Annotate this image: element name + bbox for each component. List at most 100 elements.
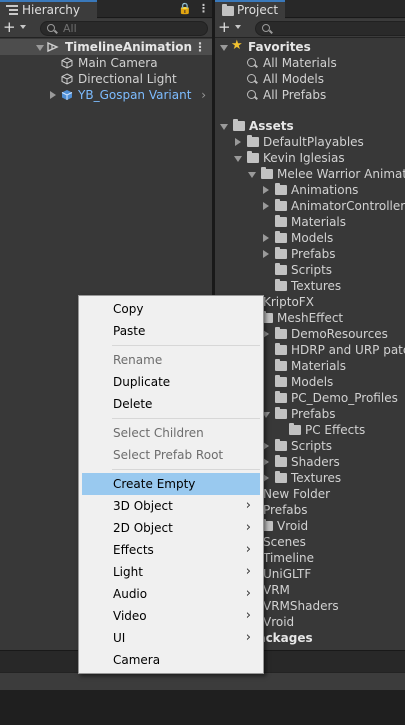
expand-arrow-icon[interactable] bbox=[220, 124, 228, 130]
menu-item-paste[interactable]: Paste bbox=[82, 320, 260, 342]
menu-item-camera[interactable]: Camera bbox=[82, 649, 260, 671]
expand-arrow-icon[interactable] bbox=[248, 172, 256, 178]
expand-arrow-icon[interactable] bbox=[220, 45, 228, 51]
folder-icon bbox=[247, 151, 259, 163]
tab-hierarchy-label: Hierarchy bbox=[22, 3, 81, 17]
hierarchy-search-input[interactable]: All bbox=[40, 21, 208, 36]
create-dropdown-button[interactable]: + bbox=[3, 20, 33, 36]
menu-item-duplicate[interactable]: Duplicate bbox=[82, 371, 260, 393]
menu-item-2d-object[interactable]: 2D Object › bbox=[82, 517, 260, 539]
prefab-variant-icon bbox=[61, 90, 73, 100]
expand-arrow-icon[interactable] bbox=[263, 186, 269, 194]
menu-item-copy[interactable]: Copy bbox=[82, 298, 260, 320]
expand-arrow-icon[interactable] bbox=[263, 234, 269, 242]
expand-arrow-icon[interactable] bbox=[235, 138, 241, 146]
menu-item-label: 3D Object bbox=[113, 499, 173, 513]
folder-label: Textures bbox=[291, 471, 342, 485]
hierarchy-item-main-camera[interactable]: Main Camera bbox=[0, 55, 212, 71]
folder-icon bbox=[289, 423, 301, 435]
assets-row[interactable]: Assets bbox=[215, 118, 405, 134]
unity-scene-icon bbox=[47, 41, 59, 53]
menu-separator bbox=[112, 469, 260, 470]
favorite-item[interactable]: All Materials bbox=[215, 55, 405, 71]
menu-item-light[interactable]: Light › bbox=[82, 561, 260, 583]
menu-item-create-empty[interactable]: Create Empty bbox=[82, 473, 260, 495]
folder-label: Materials bbox=[291, 359, 347, 373]
menu-item-label: Audio bbox=[113, 587, 148, 601]
gameobject-cube-icon bbox=[61, 73, 73, 85]
submenu-arrow-icon: › bbox=[245, 520, 251, 535]
favorites-row[interactable]: ★ Favorites bbox=[215, 38, 405, 55]
menu-item-label: Rename bbox=[113, 353, 163, 367]
folder-label: Vroid bbox=[263, 615, 295, 629]
search-filter-icon bbox=[247, 58, 256, 67]
submenu-arrow-icon: › bbox=[245, 586, 251, 601]
create-asset-dropdown-button[interactable]: + bbox=[218, 20, 248, 36]
folder-label: Materials bbox=[291, 215, 347, 229]
folder-icon bbox=[233, 119, 245, 131]
scene-name: TimelineAnimation bbox=[65, 40, 193, 54]
chevron-right-icon[interactable]: › bbox=[201, 87, 206, 103]
menu-item-label: Camera bbox=[113, 653, 161, 667]
expand-arrow-icon[interactable] bbox=[263, 202, 269, 210]
menu-item-label: Light bbox=[113, 565, 143, 579]
folder-row[interactable]: Melee Warrior Animations bbox=[215, 166, 405, 182]
folder-row[interactable]: Models bbox=[215, 230, 405, 246]
folder-row[interactable]: Prefabs bbox=[215, 246, 405, 262]
project-toolbar: + bbox=[215, 19, 405, 38]
menu-item-3d-object[interactable]: 3D Object › bbox=[82, 495, 260, 517]
menu-item-label: Select Children bbox=[113, 426, 204, 440]
hierarchy-item-directional-light[interactable]: Directional Light bbox=[0, 71, 212, 87]
folder-row[interactable]: Textures bbox=[215, 278, 405, 294]
favorite-item[interactable]: All Prefabs bbox=[215, 87, 405, 103]
folder-icon bbox=[247, 135, 259, 147]
folder-icon bbox=[275, 375, 287, 387]
expand-arrow-icon[interactable] bbox=[50, 91, 56, 99]
folder-label: Prefabs bbox=[263, 503, 308, 517]
folder-icon bbox=[275, 391, 287, 403]
folder-icon bbox=[275, 279, 287, 291]
tab-project[interactable]: Project bbox=[215, 0, 285, 19]
menu-item-select-children[interactable]: Select Children bbox=[82, 422, 260, 444]
menu-item-label: Video bbox=[113, 609, 147, 623]
favorite-item[interactable]: All Models bbox=[215, 71, 405, 87]
favorite-item-label: All Materials bbox=[263, 56, 337, 70]
folder-row[interactable]: Scripts bbox=[215, 262, 405, 278]
folder-row[interactable]: Kevin Iglesias bbox=[215, 150, 405, 166]
menu-item-audio[interactable]: Audio › bbox=[82, 583, 260, 605]
more-menu-icon[interactable]: ⋮ bbox=[198, 2, 209, 15]
favorites-label: Favorites bbox=[248, 40, 311, 54]
chevron-down-icon bbox=[20, 25, 26, 29]
hierarchy-toolbar: + All bbox=[0, 19, 212, 38]
gameobject-cube-icon bbox=[61, 57, 73, 69]
favorite-item-label: All Prefabs bbox=[263, 88, 327, 102]
folder-row[interactable]: AnimatorControllers bbox=[215, 198, 405, 214]
menu-item-delete[interactable]: Delete bbox=[82, 393, 260, 415]
expand-arrow-icon[interactable] bbox=[36, 45, 44, 51]
folder-row[interactable]: Materials bbox=[215, 214, 405, 230]
folder-row[interactable]: DefaultPlayables bbox=[215, 134, 405, 150]
folder-icon bbox=[222, 4, 234, 16]
tab-hierarchy[interactable]: Hierarchy bbox=[0, 0, 97, 19]
expand-arrow-icon[interactable] bbox=[234, 156, 242, 162]
folder-row[interactable]: Animations bbox=[215, 182, 405, 198]
menu-item-video[interactable]: Video › bbox=[82, 605, 260, 627]
folder-label: PC_Demo_Profiles bbox=[291, 391, 398, 405]
scene-row[interactable]: TimelineAnimation ⋮ bbox=[0, 39, 212, 55]
project-search-input[interactable] bbox=[255, 21, 405, 36]
menu-item-effects[interactable]: Effects › bbox=[82, 539, 260, 561]
expand-arrow-icon[interactable] bbox=[263, 250, 269, 258]
menu-item-rename[interactable]: Rename bbox=[82, 349, 260, 371]
folder-label: VRM bbox=[263, 583, 290, 597]
search-filter-icon bbox=[247, 90, 256, 99]
scene-more-icon[interactable]: ⋮ bbox=[194, 39, 206, 55]
menu-item-select-prefab-root[interactable]: Select Prefab Root bbox=[82, 444, 260, 466]
lock-icon[interactable]: 🔒 bbox=[178, 2, 192, 15]
hierarchy-item-yb-gospan-variant[interactable]: YB_Gospan Variant › bbox=[0, 87, 212, 103]
menu-item-ui[interactable]: UI › bbox=[82, 627, 260, 649]
menu-item-label: 2D Object bbox=[113, 521, 173, 535]
submenu-arrow-icon: › bbox=[245, 564, 251, 579]
folder-label: Models bbox=[291, 375, 334, 389]
folder-icon bbox=[275, 359, 287, 371]
folder-icon bbox=[275, 407, 287, 419]
